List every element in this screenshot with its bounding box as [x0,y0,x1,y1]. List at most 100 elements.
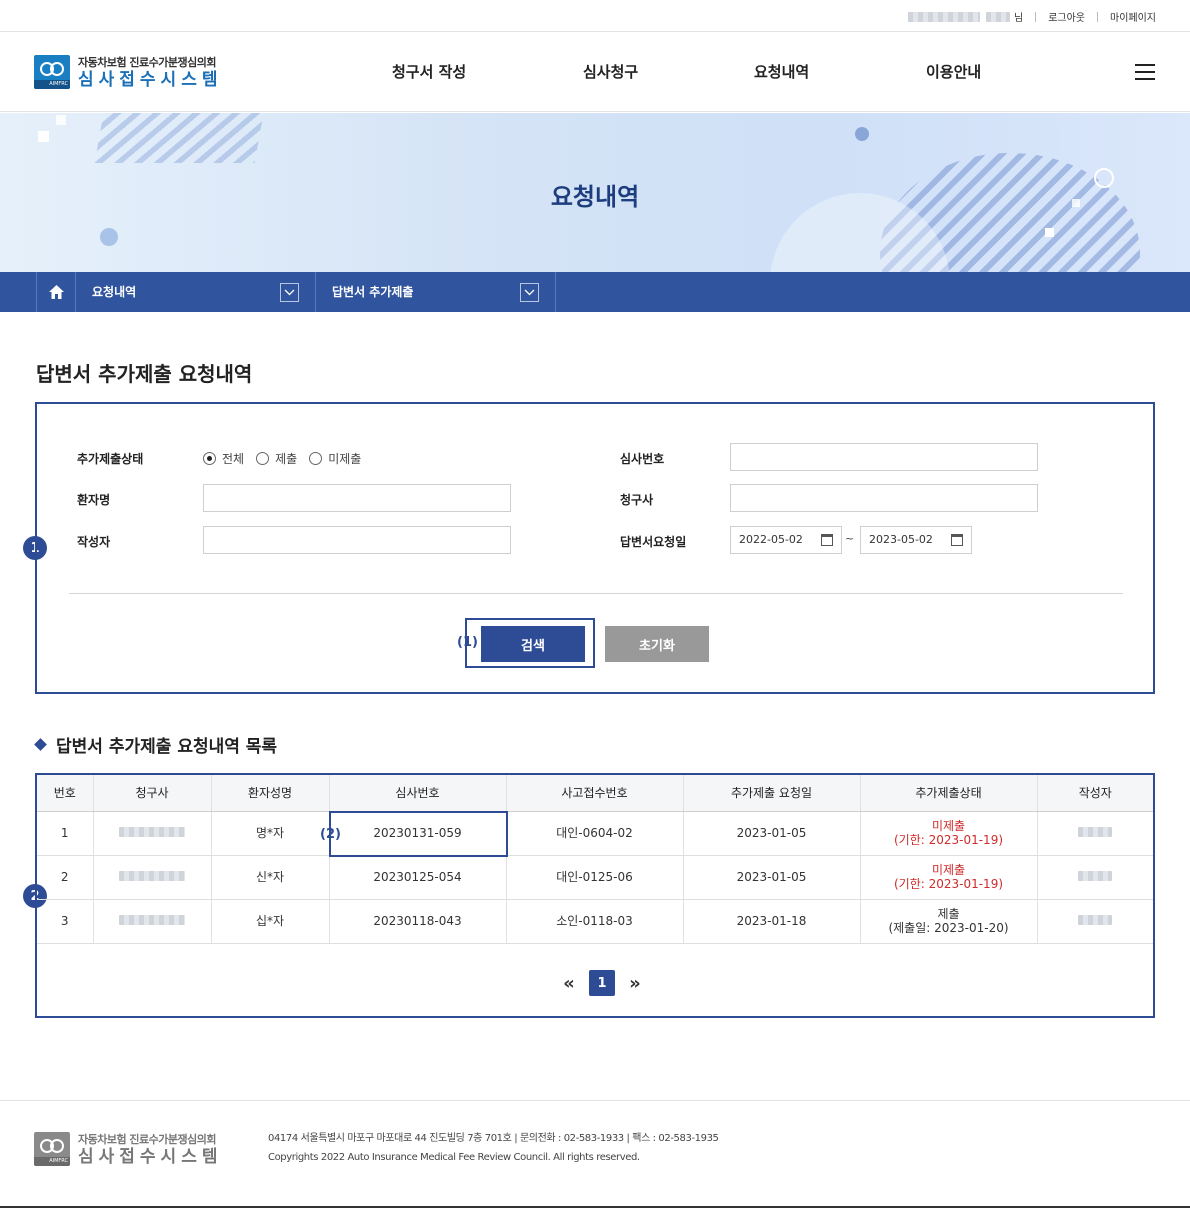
col-header-no: 번호 [37,775,94,812]
cell-review-no[interactable]: 20230118-043 [329,899,507,944]
col-header-status: 추가제출상태 [860,775,1038,812]
footer-logo-mark-icon: AIMFRC [34,1132,70,1166]
cell-review-no[interactable]: 20230125-054 [329,855,507,900]
date-from-input[interactable]: 2022-05-02 [730,526,842,554]
claimant-redacted [119,871,185,881]
nav-item-requests[interactable]: 요청내역 [754,61,809,82]
search-form: 추가제출상태 전체 제출 미제출 환자명 작성자 심사번호 청구사 답변서요청일… [35,402,1155,694]
status-label: 추가제출상태 [77,452,144,466]
claimant-redacted [119,915,185,925]
radio-unchecked-icon[interactable] [309,452,323,465]
date-to-input[interactable]: 2023-05-02 [860,526,972,554]
pagination: « 1 » [557,970,647,996]
writer-redacted [1078,871,1113,881]
page-banner: 요청내역 [0,113,1190,272]
home-icon [48,285,64,299]
user-name-redacted [907,11,980,22]
nav-item-review-claim[interactable]: 심사청구 [583,61,638,82]
footer-address: 04174 서울특별시 마포구 마포대로 44 진도빌딩 7층 701호 | 문… [268,1133,719,1144]
status-radio-not-submitted[interactable]: 미제출 [309,450,361,467]
request-list-table: 번호 청구사 환자성명 심사번호 사고접수번호 추가제출 요청일 추가제출상태 … [35,773,1155,1018]
table-row[interactable]: 1 명*자 20230131-059 대인-0604-02 2023-01-05… [37,811,1153,856]
logo-mark-icon: AIMFRC [34,55,70,89]
reset-button[interactable]: 초기화 [605,626,709,662]
nav-item-guide[interactable]: 이용안내 [926,61,981,82]
claimant-input[interactable] [730,484,1038,512]
logo-system-name: 심사접수시스템 [78,70,223,90]
cell-accident-no: 소인-0118-03 [506,899,684,944]
status-radio-all[interactable]: 전체 [203,450,244,467]
claimant-redacted [119,827,185,837]
cell-patient: 신*자 [211,855,330,900]
footer-logo: AIMFRC 자동차보험 진료수가분쟁심의회 심사접수시스템 [34,1131,222,1167]
cell-no: 3 [37,899,94,944]
banner-square-decor [1045,228,1054,237]
footer-copyright: Copyrights 2022 Auto Insurance Medical F… [268,1152,640,1163]
location-depth1-label: 요청내역 [92,285,137,299]
location-depth2[interactable]: 답변서 추가제출 [316,272,556,312]
utility-links: 님 로그아웃 마이페이지 [907,9,1156,24]
logo-org-name: 자동차보험 진료수가분쟁심의회 [78,56,217,69]
col-header-accident-no: 사고접수번호 [506,775,684,812]
banner-title: 요청내역 [550,183,640,211]
review-no-label: 심사번호 [620,452,665,466]
nav-item-claim-write[interactable]: 청구서 작성 [392,61,466,82]
writer-label: 작성자 [77,535,111,549]
location-depth1[interactable]: 요청내역 [76,272,316,312]
divider [1035,11,1037,22]
table-row[interactable]: 3 십*자 20230118-043 소인-0118-03 2023-01-18… [37,899,1153,944]
radio-checked-icon[interactable] [203,452,216,465]
footer-org-name: 자동차보험 진료수가분쟁심의회 [78,1133,217,1146]
col-header-review-no: 심사번호 [329,775,507,812]
review-no-highlight [329,811,508,857]
col-header-patient: 환자성명 [211,775,330,812]
patient-name-input[interactable] [203,484,511,512]
highlight-label-1: (1) [457,635,478,650]
chevron-down-icon[interactable] [280,283,299,302]
cell-request-date: 2023-01-18 [683,899,861,944]
cell-claimant [93,855,212,900]
banner-square-decor [56,115,66,125]
page-number-current[interactable]: 1 [589,970,615,996]
status-radio-submitted[interactable]: 제출 [256,450,297,467]
date-range-separator: ~ [845,532,855,545]
request-date-label: 답변서요청일 [620,535,687,549]
cell-claimant [93,899,212,944]
radio-unchecked-icon[interactable] [256,452,270,465]
mypage-link[interactable]: 마이페이지 [1110,9,1156,24]
patient-label: 환자명 [77,493,111,507]
col-header-request-date: 추가제출 요청일 [683,775,861,812]
location-depth2-label: 답변서 추가제출 [332,285,414,299]
hamburger-menu-icon[interactable] [1135,64,1155,80]
cell-request-date: 2023-01-05 [683,811,861,856]
cell-status: 제출 (제출일: 2023-01-20) [860,899,1038,944]
review-no-input[interactable] [730,443,1038,471]
table-header-row: 번호 청구사 환자성명 심사번호 사고접수번호 추가제출 요청일 추가제출상태 … [37,775,1153,812]
banner-stripes-decor [94,113,266,163]
form-divider [69,593,1123,594]
cell-patient: 십*자 [211,899,330,944]
col-header-writer: 작성자 [1037,775,1153,812]
user-suffix: 님 [1013,13,1024,24]
banner-dot-decor [100,228,118,246]
highlight-label-2: (2) [320,827,341,842]
footer-system-name: 심사접수시스템 [78,1147,223,1167]
page-next-icon[interactable]: » [623,973,647,994]
divider [1097,11,1098,22]
site-logo[interactable]: AIMFRC 자동차보험 진료수가분쟁심의회 심사접수시스템 [34,54,222,90]
home-button[interactable] [36,272,76,312]
banner-dot-decor [855,127,869,141]
chevron-down-icon[interactable] [520,283,539,302]
table-row[interactable]: 2 신*자 20230125-054 대인-0125-06 2023-01-05… [37,855,1153,900]
logout-link[interactable]: 로그아웃 [1048,9,1085,24]
writer-input[interactable] [203,526,511,554]
calendar-icon[interactable] [951,534,963,546]
calendar-icon[interactable] [821,534,833,546]
page-prev-icon[interactable]: « [557,973,581,994]
writer-redacted [1078,827,1113,837]
user-id-redacted [985,11,1010,22]
site-footer: AIMFRC 자동차보험 진료수가분쟁심의회 심사접수시스템 04174 서울특… [0,1100,1190,1208]
diamond-bullet-icon [34,738,47,751]
banner-square-decor [38,131,49,142]
search-button[interactable]: 검색 [481,626,585,662]
